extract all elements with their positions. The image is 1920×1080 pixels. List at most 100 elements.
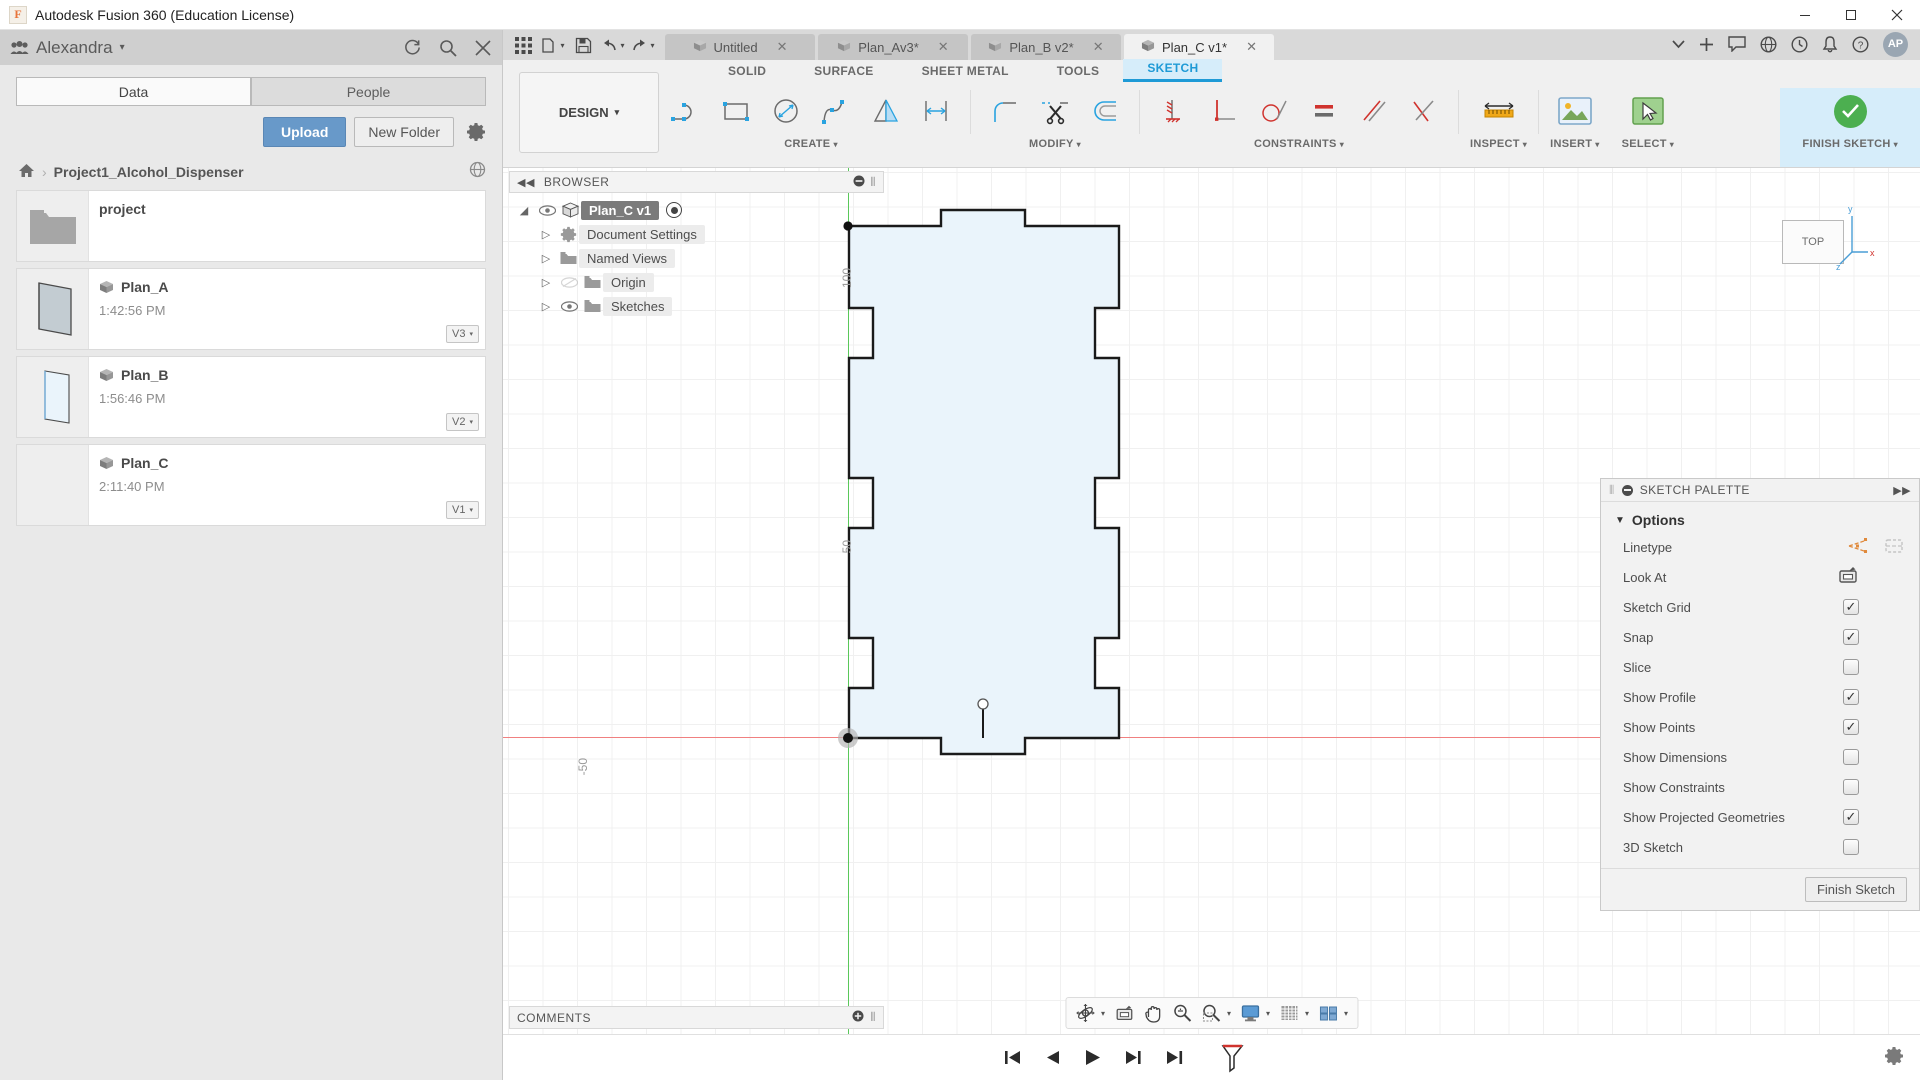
help-globe-icon[interactable] bbox=[1760, 36, 1777, 53]
look-at-icon[interactable] bbox=[1111, 1001, 1137, 1025]
triangle-icon[interactable]: ◢ bbox=[513, 204, 535, 217]
clock-icon[interactable] bbox=[1791, 36, 1808, 53]
display-settings-icon[interactable] bbox=[1237, 1001, 1263, 1025]
measure-icon[interactable] bbox=[1476, 90, 1522, 132]
eye-icon[interactable] bbox=[535, 205, 559, 216]
grid-apps-icon[interactable] bbox=[509, 32, 537, 58]
doc-tab-plan-av3[interactable]: Plan_Av3* ✕ bbox=[818, 34, 968, 60]
tangent-icon[interactable] bbox=[1251, 90, 1297, 132]
redo-icon[interactable]: ▾ bbox=[629, 32, 657, 58]
plus-circle-icon[interactable] bbox=[852, 1010, 864, 1025]
fillet-icon[interactable] bbox=[982, 90, 1028, 132]
close-icon[interactable]: ✕ bbox=[777, 39, 788, 55]
perpendicular-icon[interactable] bbox=[1201, 90, 1247, 132]
resize-handle-icon[interactable]: ⦀ bbox=[870, 1010, 876, 1025]
ribbon-group-finish-sketch[interactable]: FINISH SKETCH▾ bbox=[1780, 88, 1920, 167]
look-at-icon[interactable] bbox=[1837, 566, 1859, 588]
chevron-down-icon[interactable]: ▾ bbox=[1266, 1009, 1270, 1018]
browser-node-sketches[interactable]: ▷ Sketches bbox=[513, 294, 884, 318]
sketch-palette-options-section[interactable]: ▼ Options bbox=[1601, 502, 1919, 532]
symmetry-icon[interactable] bbox=[1401, 90, 1447, 132]
finish-check-icon[interactable] bbox=[1827, 90, 1873, 132]
ribbon-tab-surface[interactable]: SURFACE bbox=[790, 62, 897, 82]
expander-icon[interactable]: ▷ bbox=[535, 300, 557, 313]
origin-point[interactable] bbox=[836, 726, 860, 750]
question-icon[interactable]: ? bbox=[1852, 36, 1869, 53]
line-icon[interactable] bbox=[663, 90, 709, 132]
browser-node-named-views[interactable]: ▷ Named Views bbox=[513, 246, 884, 270]
equal-icon[interactable] bbox=[1301, 90, 1347, 132]
slice-checkbox[interactable] bbox=[1843, 659, 1859, 675]
circle-icon[interactable] bbox=[763, 90, 809, 132]
close-icon[interactable]: ✕ bbox=[1246, 39, 1257, 55]
construction-line-icon[interactable] bbox=[1847, 537, 1869, 558]
skip-start-icon[interactable] bbox=[1003, 1049, 1022, 1066]
eye-off-icon[interactable] bbox=[557, 277, 581, 288]
doc-tab-untitled[interactable]: Untitled ✕ bbox=[665, 34, 815, 60]
orbit-icon[interactable] bbox=[1072, 1001, 1098, 1025]
maximize-button[interactable] bbox=[1828, 0, 1874, 30]
user-name[interactable]: Alexandra bbox=[36, 38, 113, 58]
show-points-checkbox[interactable]: ✓ bbox=[1843, 719, 1859, 735]
version-badge[interactable]: V1▾ bbox=[446, 501, 479, 519]
view-cube[interactable]: TOP y x z bbox=[1760, 198, 1880, 294]
centerline-icon[interactable] bbox=[1883, 537, 1905, 558]
doc-tab-plan-b-v2[interactable]: Plan_B v2* ✕ bbox=[971, 34, 1121, 60]
undo-icon[interactable]: ▾ bbox=[599, 32, 627, 58]
zoom-icon[interactable] bbox=[1169, 1001, 1195, 1025]
mirror-icon[interactable] bbox=[863, 90, 909, 132]
search-icon[interactable] bbox=[439, 39, 457, 57]
skip-end-icon[interactable] bbox=[1165, 1049, 1184, 1066]
resize-handle-icon[interactable]: ⦀ bbox=[870, 175, 876, 190]
sketch-profile[interactable] bbox=[833, 198, 1193, 768]
step-back-icon[interactable] bbox=[1044, 1049, 1061, 1066]
3d-sketch-checkbox[interactable] bbox=[1843, 839, 1859, 855]
select-cursor-icon[interactable] bbox=[1625, 90, 1671, 132]
trim-icon[interactable] bbox=[1032, 90, 1078, 132]
eye-icon[interactable] bbox=[557, 301, 581, 312]
avatar[interactable]: AP bbox=[1883, 32, 1908, 57]
ribbon-tab-solid[interactable]: SOLID bbox=[704, 62, 790, 82]
list-item[interactable]: project bbox=[16, 190, 486, 262]
list-item[interactable]: Plan_C 2:11:40 PM V1▾ bbox=[16, 444, 486, 526]
parallel-icon[interactable] bbox=[1351, 90, 1397, 132]
new-folder-button[interactable]: New Folder bbox=[354, 117, 454, 147]
spline-icon[interactable] bbox=[813, 90, 859, 132]
double-left-arrow-icon[interactable]: ◀◀ bbox=[517, 176, 535, 189]
timeline-marker-icon[interactable] bbox=[1220, 1043, 1246, 1073]
chevron-down-icon[interactable]: ▾ bbox=[1305, 1009, 1309, 1018]
show-dimensions-checkbox[interactable] bbox=[1843, 749, 1859, 765]
list-item[interactable]: Plan_B 1:56:46 PM V2▾ bbox=[16, 356, 486, 438]
comment-icon[interactable] bbox=[1728, 36, 1746, 52]
tab-data[interactable]: Data bbox=[16, 77, 251, 106]
plus-icon[interactable] bbox=[1699, 37, 1714, 52]
browser-root-row[interactable]: ◢ Plan_C v1 bbox=[513, 198, 884, 222]
dimension-icon[interactable] bbox=[913, 90, 959, 132]
chevron-down-icon[interactable]: ▾ bbox=[1101, 1009, 1105, 1018]
offset-icon[interactable] bbox=[1082, 90, 1128, 132]
minimize-button[interactable] bbox=[1782, 0, 1828, 30]
show-projected-geometries-checkbox[interactable]: ✓ bbox=[1843, 809, 1859, 825]
pan-icon[interactable] bbox=[1140, 1001, 1166, 1025]
expander-icon[interactable]: ▷ bbox=[535, 276, 557, 289]
tab-people[interactable]: People bbox=[251, 77, 486, 106]
browser-root-label[interactable]: Plan_C v1 bbox=[581, 201, 659, 220]
close-icon[interactable]: ✕ bbox=[938, 39, 949, 55]
drag-handle-icon[interactable]: ⦀ bbox=[1609, 483, 1615, 498]
rectangle-icon[interactable] bbox=[713, 90, 759, 132]
ribbon-tab-sketch[interactable]: SKETCH bbox=[1123, 59, 1222, 82]
version-badge[interactable]: V2▾ bbox=[446, 413, 479, 431]
sketch-grid-checkbox[interactable]: ✓ bbox=[1843, 599, 1859, 615]
browser-node-origin[interactable]: ▷ Origin bbox=[513, 270, 884, 294]
close-icon[interactable]: ✕ bbox=[1093, 39, 1104, 55]
minus-circle-icon[interactable] bbox=[853, 175, 865, 190]
finish-sketch-button[interactable]: Finish Sketch bbox=[1805, 877, 1907, 902]
sketch-canvas[interactable]: 100 50 -50 TOP y x z ◀◀ BROWSER bbox=[503, 168, 1920, 1034]
comments-panel[interactable]: COMMENTS ⦀ bbox=[509, 1006, 884, 1029]
expander-icon[interactable]: ▷ bbox=[535, 228, 557, 241]
expand-icon[interactable]: ▶▶ bbox=[1893, 484, 1911, 497]
ribbon-tab-sheet-metal[interactable]: SHEET METAL bbox=[898, 62, 1033, 82]
gear-icon[interactable] bbox=[1884, 1046, 1904, 1069]
refresh-icon[interactable] bbox=[403, 38, 422, 57]
activate-component-icon[interactable] bbox=[666, 202, 682, 218]
